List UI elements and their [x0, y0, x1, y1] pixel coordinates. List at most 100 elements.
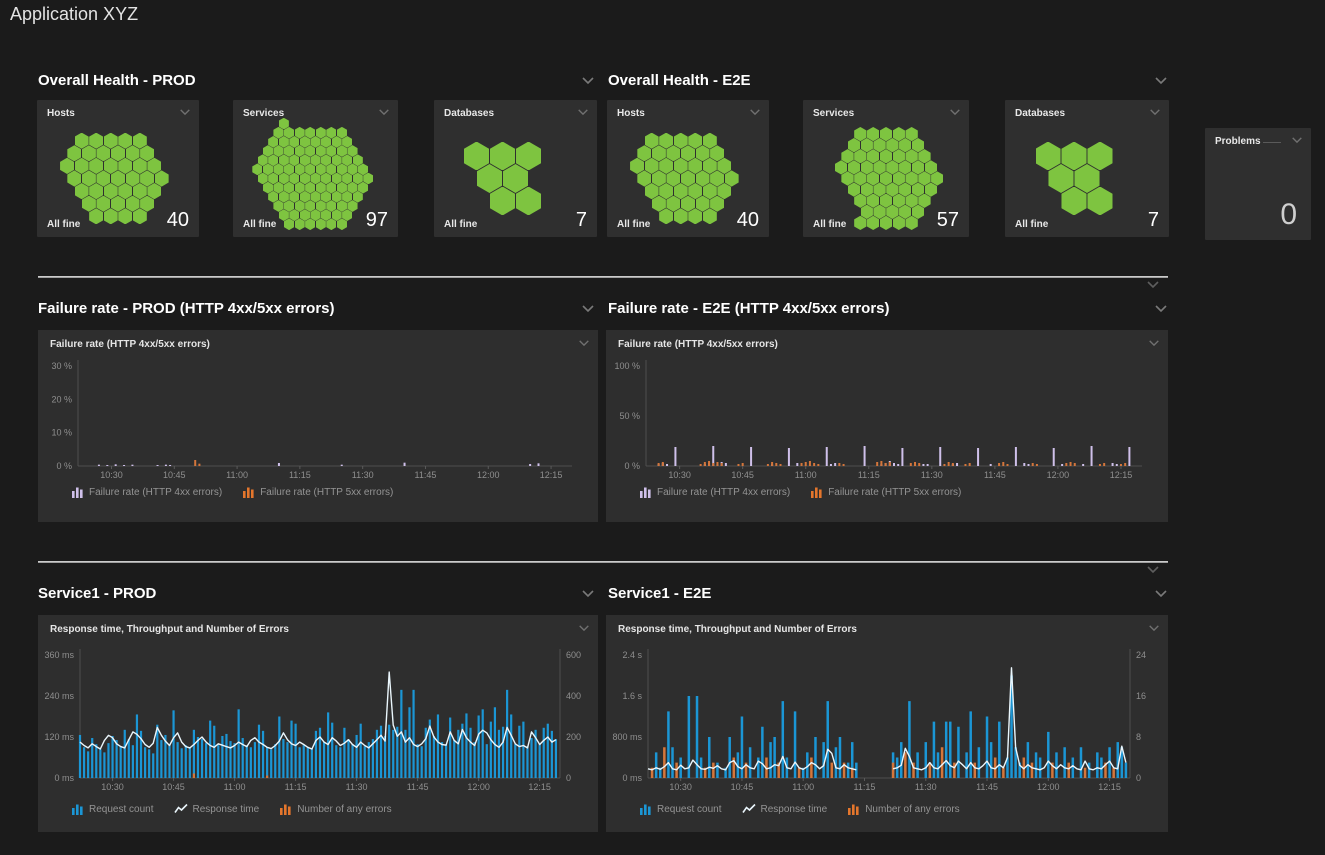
chevron-down-icon[interactable] — [179, 108, 191, 116]
hexagon-healthy — [835, 160, 847, 174]
legend-item[interactable]: Number of any errors — [279, 803, 391, 815]
hexagon-healthy — [848, 182, 860, 196]
hexagon-healthy — [905, 194, 917, 208]
hexagon-healthy — [126, 145, 140, 161]
chevron-down-icon[interactable] — [581, 304, 595, 313]
svg-text:0: 0 — [566, 773, 571, 783]
hexagon-healthy — [886, 182, 898, 196]
hexagon-healthy — [696, 145, 710, 161]
legend-item[interactable]: Response time — [742, 803, 828, 815]
section-header-overall-health-prod: Overall Health - PROD — [38, 72, 595, 89]
hexagon-healthy — [326, 145, 336, 157]
chart-tile-service1-prod[interactable]: Response time, Throughput and Number of … — [38, 615, 598, 832]
health-tile-services-prod[interactable]: Services All fine 97 — [233, 100, 398, 237]
legend-item[interactable]: Request count — [71, 803, 154, 815]
svg-text:10:30: 10:30 — [101, 782, 124, 792]
hexagon-healthy — [342, 173, 352, 185]
svg-text:24: 24 — [1136, 650, 1146, 660]
svg-text:240 ms: 240 ms — [44, 691, 74, 701]
hexagon-healthy — [289, 191, 299, 203]
hexagon-healthy — [75, 158, 89, 174]
chevron-down-icon[interactable] — [1154, 76, 1168, 85]
hexagon-healthy — [925, 182, 937, 196]
chart-tile-failure-prod[interactable]: Failure rate (HTTP 4xx/5xx errors) 0 %10… — [38, 330, 598, 522]
chevron-down-icon[interactable] — [1146, 280, 1160, 289]
hexagon-healthy — [630, 158, 644, 174]
hexagon-healthy — [133, 183, 147, 199]
hexagon-healthy — [880, 127, 892, 141]
legend-item[interactable]: Response time — [174, 803, 260, 815]
chevron-down-icon[interactable] — [749, 108, 761, 116]
hexagon-healthy — [258, 154, 268, 166]
hexagon-healthy — [659, 183, 673, 199]
hexagon-healthy — [332, 136, 342, 148]
hexagon-healthy — [89, 158, 103, 174]
svg-text:600: 600 — [566, 650, 581, 660]
service-chart-e2e: 0 ms800 ms1.6 s2.4 s08162410:3010:4511:0… — [606, 615, 1168, 832]
legend-label: Failure rate (HTTP 5xx errors) — [828, 487, 961, 498]
chevron-down-icon[interactable] — [581, 589, 595, 598]
chevron-down-icon[interactable] — [581, 76, 595, 85]
health-tile-databases-prod[interactable]: Databases All fine 7 — [434, 100, 597, 237]
svg-text:11:15: 11:15 — [289, 470, 311, 480]
hexagon-healthy — [880, 194, 892, 208]
chevron-down-icon[interactable] — [1291, 136, 1303, 144]
chevron-down-icon[interactable] — [578, 624, 590, 632]
hexagon-healthy — [899, 182, 911, 196]
mini-bar-chart-icon — [847, 803, 860, 815]
legend-item[interactable]: Failure rate (HTTP 5xx errors) — [242, 486, 393, 498]
hexagon-healthy — [353, 154, 363, 166]
hexagon-healthy — [279, 118, 289, 130]
chevron-down-icon[interactable] — [1149, 108, 1161, 116]
health-tile-databases-e2e[interactable]: Databases All fine 7 — [1005, 100, 1169, 237]
hexagon-healthy — [310, 173, 320, 185]
hexagon-healthy — [337, 145, 347, 157]
chart-tile-service1-e2e[interactable]: Response time, Throughput and Number of … — [606, 615, 1168, 832]
hexagon-healthy — [861, 138, 873, 152]
health-tile-hosts-prod[interactable]: Hosts All fine 40 — [37, 100, 199, 237]
chevron-down-icon[interactable] — [1148, 624, 1160, 632]
legend-item[interactable]: Failure rate (HTTP 4xx errors) — [639, 486, 790, 498]
status-label: All fine — [813, 219, 846, 230]
chevron-down-icon[interactable] — [1154, 589, 1168, 598]
svg-text:11:30: 11:30 — [921, 470, 943, 480]
status-label: All fine — [1015, 219, 1048, 230]
svg-text:10:30: 10:30 — [668, 470, 691, 480]
hexagon-healthy — [717, 183, 731, 199]
svg-text:11:00: 11:00 — [792, 782, 814, 792]
legend-item[interactable]: Number of any errors — [847, 803, 959, 815]
chevron-down-icon[interactable] — [1154, 304, 1168, 313]
svg-text:120 ms: 120 ms — [44, 732, 74, 742]
health-tile-hosts-e2e[interactable]: Hosts All fine 40 — [607, 100, 769, 237]
chevron-down-icon[interactable] — [378, 108, 390, 116]
hexagon-healthy — [96, 145, 110, 161]
hexagon-healthy — [305, 127, 315, 139]
chevron-down-icon[interactable] — [578, 339, 590, 347]
hexagon-healthy — [126, 170, 140, 186]
chart-tile-failure-e2e[interactable]: Failure rate (HTTP 4xx/5xx errors) 0 %50… — [606, 330, 1168, 522]
problems-tile[interactable]: Problems 0 — [1205, 128, 1311, 240]
chevron-down-icon[interactable] — [1148, 339, 1160, 347]
hexagon-healthy — [931, 171, 943, 185]
hexagon-healthy — [918, 149, 930, 163]
chevron-down-icon[interactable] — [949, 108, 961, 116]
svg-text:12:00: 12:00 — [1037, 782, 1060, 792]
svg-text:8: 8 — [1136, 732, 1141, 742]
hexagon-healthy — [841, 149, 853, 163]
svg-text:11:15: 11:15 — [854, 782, 876, 792]
hexagon-healthy — [305, 163, 315, 175]
hexagon-healthy — [263, 163, 273, 175]
legend-item[interactable]: Failure rate (HTTP 4xx errors) — [71, 486, 222, 498]
chevron-down-icon[interactable] — [577, 108, 589, 116]
health-tile-services-e2e[interactable]: Services All fine 57 — [803, 100, 969, 237]
hexagon-healthy — [75, 133, 89, 149]
hexagon-healthy — [867, 194, 879, 208]
legend-label: Failure rate (HTTP 5xx errors) — [260, 487, 393, 498]
hexagon-healthy — [645, 133, 659, 149]
hexagon-healthy — [893, 194, 905, 208]
legend-item[interactable]: Failure rate (HTTP 5xx errors) — [810, 486, 961, 498]
chevron-down-icon[interactable] — [1146, 565, 1160, 574]
svg-text:2.4 s: 2.4 s — [622, 650, 642, 660]
svg-text:16: 16 — [1136, 691, 1146, 701]
legend-item[interactable]: Request count — [639, 803, 722, 815]
